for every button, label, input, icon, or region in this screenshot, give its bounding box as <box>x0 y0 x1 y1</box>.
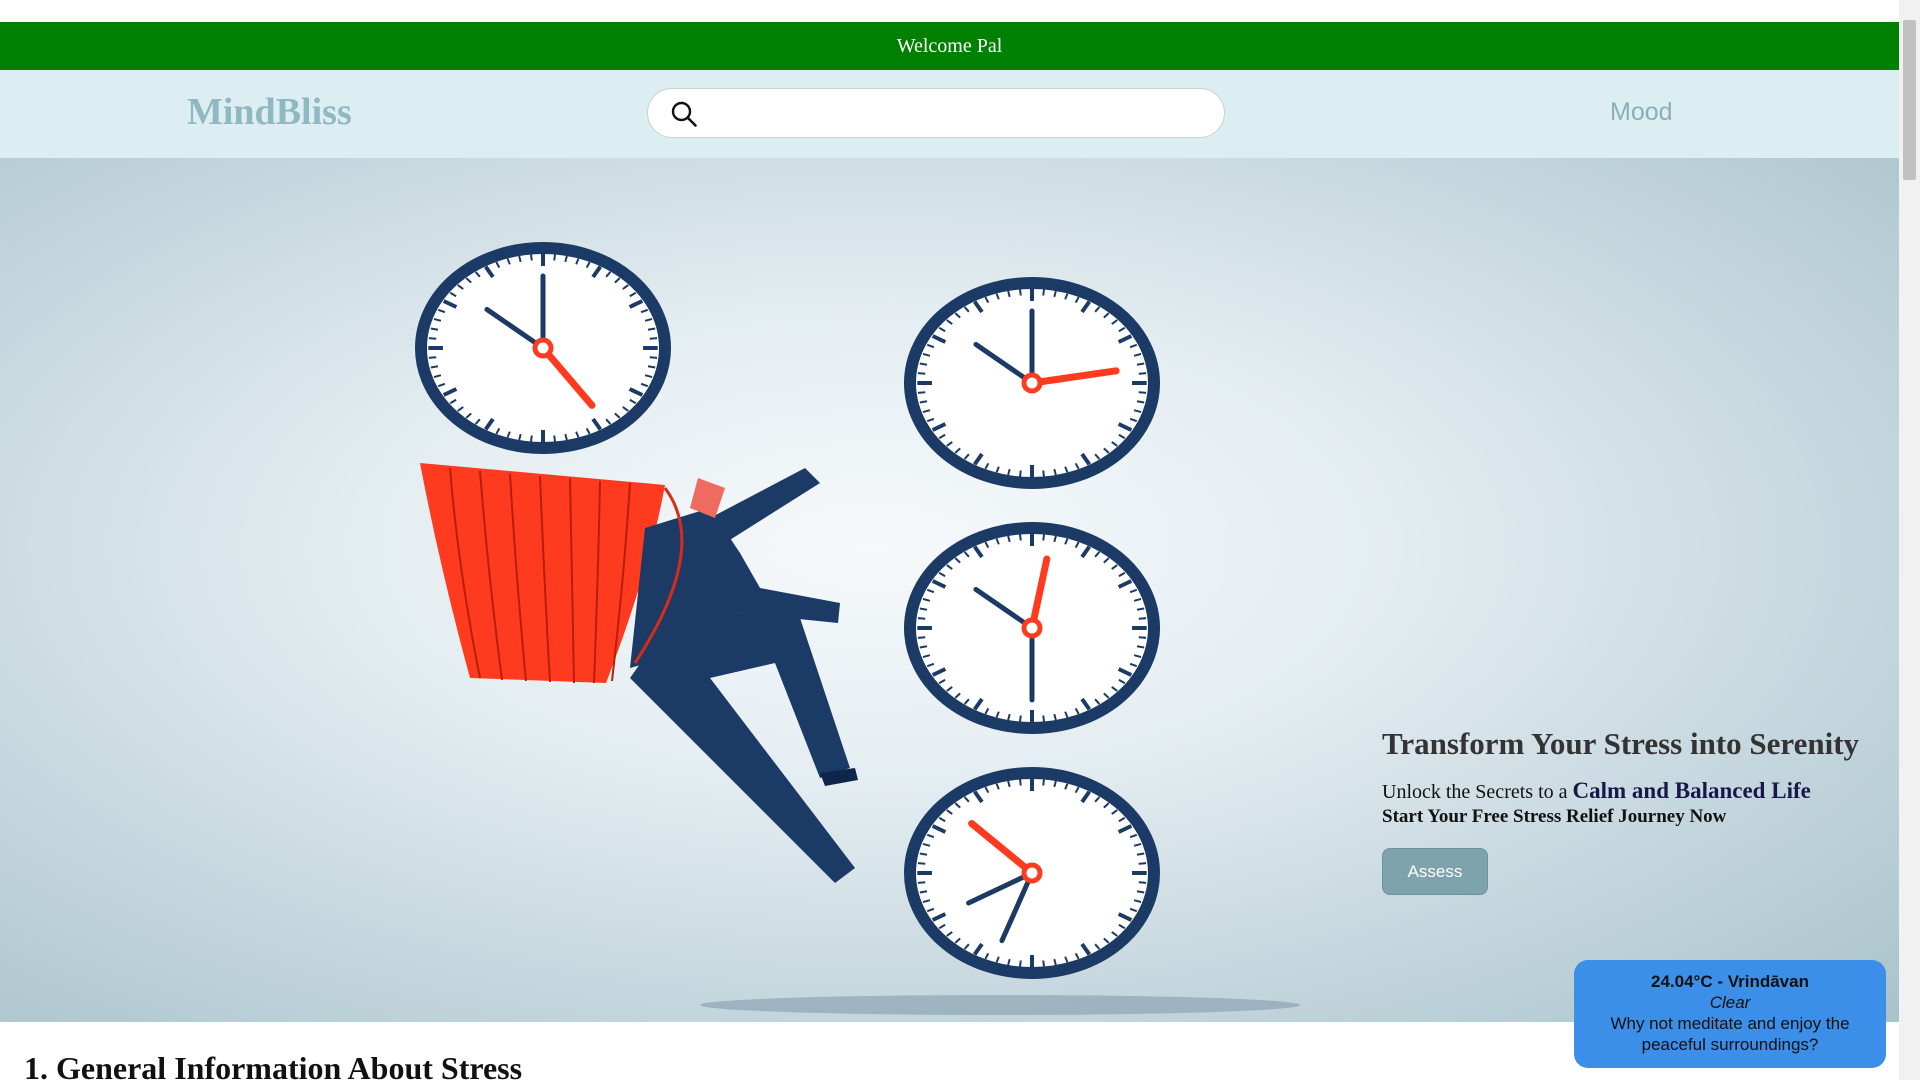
hero-subtitle-accent: Calm and Balanced Life <box>1572 778 1811 803</box>
clock-tick <box>1019 534 1022 541</box>
clock-tick <box>1042 779 1045 786</box>
clock-tick <box>530 435 533 442</box>
clock-tick <box>649 337 658 340</box>
clock-tick <box>917 636 926 639</box>
clock-tick <box>1042 289 1045 296</box>
nav-link-mood[interactable]: Mood <box>1610 98 1673 127</box>
clock-tick <box>1136 852 1145 856</box>
clock-tick <box>1019 779 1022 786</box>
assess-button[interactable]: Assess <box>1382 848 1488 895</box>
clock-tick <box>553 254 556 261</box>
hero-banner: Transform Your Stress into Serenity Unlo… <box>0 158 1899 1022</box>
hero-subtitle: Unlock the Secrets to a Calm and Balance… <box>1382 778 1882 804</box>
hero-cta-text: Start Your Free Stress Relief Journey No… <box>1382 806 1727 827</box>
hero-subtitle-prefix: Unlock the Secrets to a <box>1382 781 1573 803</box>
clock-1 <box>415 242 671 454</box>
clock-tick <box>1019 960 1022 967</box>
clock-tick <box>649 356 658 359</box>
scrollbar-thumb[interactable] <box>1903 20 1916 180</box>
clock-tick <box>1138 372 1147 375</box>
clock-tick <box>919 645 928 649</box>
clock-tick <box>1136 890 1145 894</box>
clock-tick <box>647 365 656 369</box>
clock-tick <box>917 881 926 884</box>
top-spacer <box>0 0 1899 22</box>
clock-tick <box>1042 470 1045 477</box>
ground-shadow <box>700 995 1300 1015</box>
clock-tick <box>1138 881 1147 884</box>
hero-text-block: Transform Your Stress into Serenity Unlo… <box>1382 726 1882 895</box>
clock-tick <box>919 362 928 366</box>
weather-suggestion: Why not meditate and enjoy the peaceful … <box>1610 1014 1850 1054</box>
weather-temperature-location: 24.04°C - Vrindāvan <box>1651 972 1809 991</box>
welcome-text: Welcome Pal <box>896 34 1003 57</box>
page-content: Welcome Pal MindBliss Mood Transform You… <box>0 0 1899 1080</box>
clock-tick <box>1042 534 1045 541</box>
clock-center <box>1021 617 1043 639</box>
clock-center <box>532 337 554 359</box>
clock-tick <box>919 890 928 894</box>
clock-tick <box>1019 470 1022 477</box>
clock-center <box>1021 372 1043 394</box>
weather-condition: Clear <box>1709 993 1751 1012</box>
clock-tick <box>1136 607 1145 611</box>
clock-tick <box>919 852 928 856</box>
clock-tick <box>1019 289 1022 296</box>
clock-tick <box>1019 715 1022 722</box>
clock-tick <box>1138 862 1147 865</box>
clock-4 <box>904 767 1160 979</box>
clock-tick <box>430 365 439 369</box>
clock-tick <box>1138 391 1147 394</box>
clock-tick <box>1042 960 1045 967</box>
search-icon[interactable] <box>670 100 698 128</box>
clock-tick <box>1136 645 1145 649</box>
clock-3 <box>904 522 1160 734</box>
clock-tick <box>1136 400 1145 404</box>
clock-tick <box>917 617 926 620</box>
clock-center <box>1021 862 1043 884</box>
clock-tick <box>919 400 928 404</box>
welcome-bar: Welcome Pal <box>0 22 1899 70</box>
clock-tick <box>1138 636 1147 639</box>
businessman-arm <box>710 468 820 543</box>
clock-tick <box>917 862 926 865</box>
vertical-scrollbar[interactable] <box>1899 0 1920 1080</box>
clock-tick <box>917 372 926 375</box>
clock-tick <box>428 337 437 340</box>
weather-widget: 24.04°C - Vrindāvan Clear Why not medita… <box>1574 960 1886 1068</box>
clock-tick <box>530 254 533 261</box>
search-bar[interactable] <box>647 88 1225 138</box>
clock-tick <box>647 327 656 331</box>
hero-illustration <box>415 242 1300 1015</box>
brand-logo[interactable]: MindBliss <box>187 90 352 134</box>
clock-tick <box>553 435 556 442</box>
hero-title: Transform Your Stress into Serenity <box>1382 726 1860 761</box>
page: Welcome Pal MindBliss Mood Transform You… <box>0 0 1920 1080</box>
businessman-head <box>690 478 725 518</box>
clock-tick <box>430 327 439 331</box>
clock-tick <box>1138 617 1147 620</box>
search-input[interactable] <box>710 97 1204 131</box>
clock-tick <box>428 356 437 359</box>
clock-2 <box>904 277 1160 489</box>
clock-tick <box>1042 715 1045 722</box>
clock-tick <box>1136 362 1145 366</box>
section-heading: 1. General Information About Stress <box>24 1050 523 1080</box>
clock-tick <box>919 607 928 611</box>
clock-tick <box>917 391 926 394</box>
navbar: MindBliss Mood <box>0 70 1899 158</box>
